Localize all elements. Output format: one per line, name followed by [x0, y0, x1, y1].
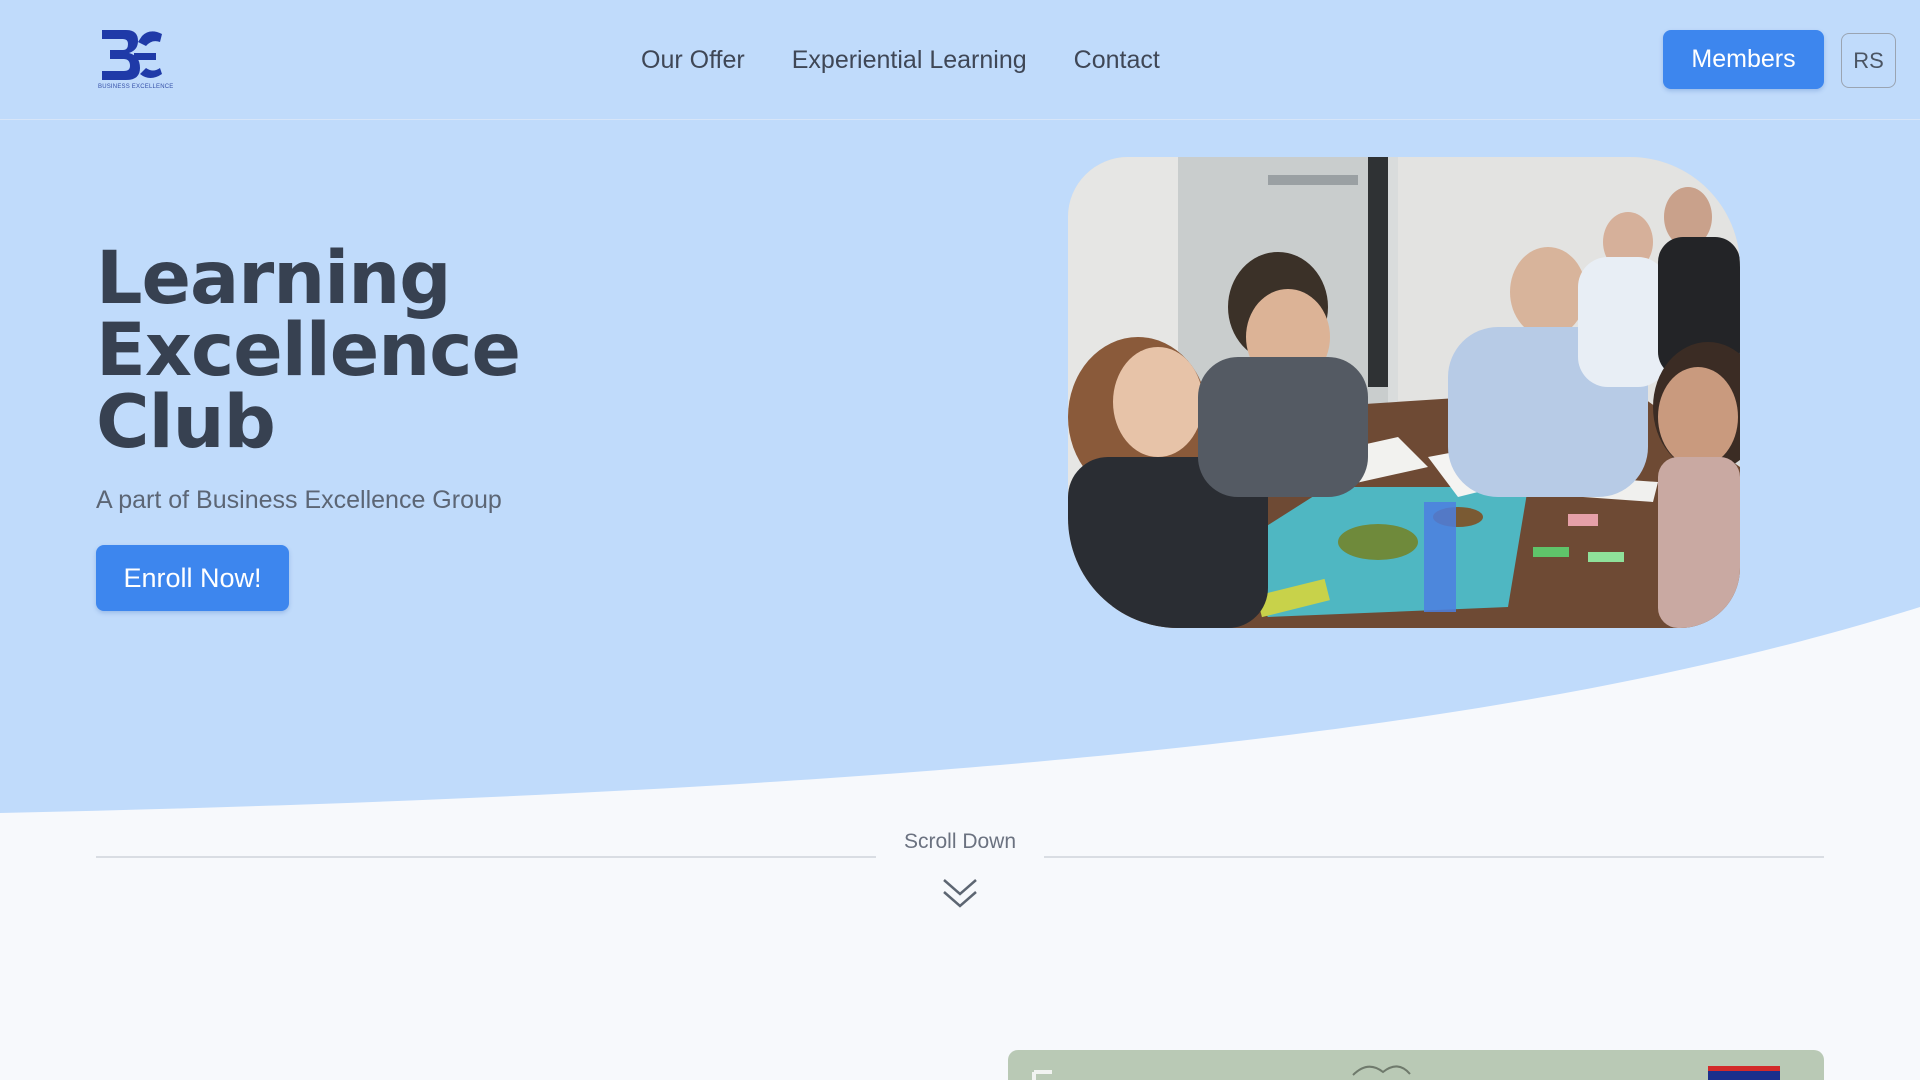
nav-contact[interactable]: Contact — [1074, 42, 1160, 78]
next-section-card — [1008, 1050, 1824, 1080]
hero-title: Learning Excellence Club — [96, 236, 696, 465]
nav-our-offer[interactable]: Our Offer — [641, 42, 745, 78]
members-button[interactable]: Members — [1663, 30, 1824, 89]
scroll-down-label: Scroll Down — [903, 830, 1017, 853]
hero-title-line1: Learning — [96, 236, 452, 321]
hero-subtitle: A part of Business Excellence Group — [96, 486, 502, 514]
divider-left — [96, 856, 876, 858]
main-nav: Our Offer Experiential Learning Contact — [641, 42, 1160, 78]
hero-title-line3: Club — [96, 380, 276, 465]
logo-tagline: BUSINESS EXCELLENCE — [98, 84, 174, 90]
divider-right — [1044, 856, 1824, 858]
hero-photo — [1068, 157, 1740, 628]
chevron-double-down-icon[interactable] — [940, 876, 980, 912]
nav-experiential-learning[interactable]: Experiential Learning — [792, 42, 1027, 78]
enroll-now-button[interactable]: Enroll Now! — [96, 545, 289, 611]
brand-logo[interactable]: BUSINESS EXCELLENCE — [98, 26, 174, 94]
logo-mark-icon — [102, 30, 162, 80]
language-switch-button[interactable]: RS — [1841, 33, 1896, 88]
site-header: BUSINESS EXCELLENCE Our Offer Experienti… — [0, 0, 1920, 120]
hero-title-line2: Excellence — [96, 308, 521, 393]
